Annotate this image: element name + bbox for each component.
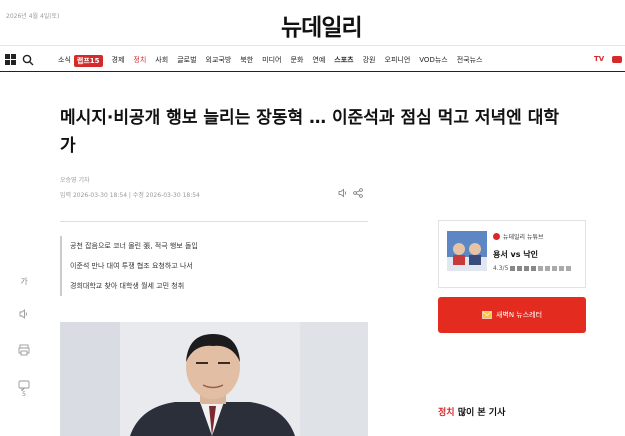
star-icon bbox=[538, 266, 544, 271]
newsletter-button[interactable]: 새벽N 뉴스레터 bbox=[438, 297, 586, 333]
nav-item-global[interactable]: 글로벌 bbox=[177, 55, 196, 67]
newtube-promo[interactable]: 뉴데일리 뉴튜브 용서 vs 낙인 4.3/5 bbox=[438, 220, 586, 288]
comment-count: 5 bbox=[22, 391, 26, 398]
popular-articles-title: 정치 많이 본 기사 bbox=[438, 405, 505, 418]
promo-brand-label: 뉴데일리 뉴튜브 bbox=[503, 234, 544, 241]
nav-item-diplomacy[interactable]: 외교국방 bbox=[206, 55, 232, 67]
nav-item-sports[interactable]: 스포츠 bbox=[334, 55, 353, 67]
article-summary: 공천 잡음으로 코너 몰린 張, 적극 행보 돌입 이준석 만나 대여 투쟁 협… bbox=[60, 236, 198, 296]
menu-grid-icon[interactable] bbox=[5, 54, 16, 65]
tv-link[interactable]: TV bbox=[594, 55, 604, 63]
promo-brand: 뉴데일리 뉴튜브 bbox=[493, 232, 544, 241]
print-icon[interactable] bbox=[14, 344, 34, 356]
person-photo-icon bbox=[60, 322, 368, 436]
star-icon bbox=[566, 266, 572, 271]
divider bbox=[60, 221, 368, 222]
nav-item-culture[interactable]: 문화 bbox=[291, 55, 304, 67]
play-icon bbox=[493, 233, 500, 240]
nav-badge[interactable]: 랩프15 bbox=[73, 55, 103, 67]
article-byline[interactable]: 오승영 기자 bbox=[60, 175, 90, 184]
summary-line: 경희대학교 찾아 대학생 월세 고민 청취 bbox=[70, 282, 185, 290]
star-icon bbox=[552, 266, 558, 271]
site-logo[interactable]: 뉴데일리 bbox=[281, 8, 363, 42]
font-size-button[interactable]: 가 bbox=[14, 276, 34, 287]
nav-item-politics[interactable]: 정치 bbox=[133, 55, 146, 67]
article-dates: 입력 2026-03-30 18:54 | 수정 2026-03-30 18:5… bbox=[60, 192, 200, 199]
star-icon bbox=[517, 266, 523, 271]
star-icon bbox=[545, 266, 551, 271]
star-icon bbox=[510, 266, 516, 271]
star-icon bbox=[559, 266, 565, 271]
newsletter-label: 새벽N 뉴스레터 bbox=[495, 311, 543, 319]
youtube-icon[interactable] bbox=[612, 56, 622, 63]
summary-line: 공천 잡음으로 코너 몰린 張, 적극 행보 돌입 bbox=[70, 242, 198, 250]
nav-item-society[interactable]: 사회 bbox=[155, 55, 168, 67]
top-bar: 2026년 4월 4일(토) 뉴데일리 bbox=[0, 0, 625, 46]
nav-item-national[interactable]: 전국뉴스 bbox=[457, 55, 483, 67]
star-icon bbox=[531, 266, 537, 271]
comment-icon[interactable] bbox=[14, 380, 34, 391]
promo-title[interactable]: 용서 vs 낙인 bbox=[493, 249, 538, 260]
popular-label: 많이 본 기사 bbox=[457, 408, 506, 418]
mail-icon bbox=[482, 311, 492, 319]
star-icon bbox=[524, 266, 530, 271]
search-icon[interactable] bbox=[22, 54, 34, 66]
promo-thumbnail[interactable] bbox=[447, 231, 487, 271]
share-icon[interactable] bbox=[353, 188, 363, 198]
promo-rating: 4.3/5 bbox=[493, 265, 572, 272]
speaker-icon[interactable] bbox=[14, 308, 34, 320]
current-date: 2026년 4월 4일(토) bbox=[6, 13, 60, 20]
speaker-icon[interactable] bbox=[338, 188, 348, 198]
nav-item-news[interactable]: 소식 bbox=[58, 55, 71, 67]
popular-category[interactable]: 정치 bbox=[438, 408, 455, 418]
summary-line: 이준석 만나 대여 투쟁 협조 요청하고 나서 bbox=[70, 262, 193, 270]
nav-item-media[interactable]: 미디어 bbox=[262, 55, 281, 67]
main-nav: 소식 랩프15 경제 정치 사회 글로벌 외교국방 북한 미디어 문화 연예 스… bbox=[0, 48, 625, 72]
nav-item-opinion[interactable]: 오피니언 bbox=[385, 55, 411, 67]
nav-item-gangwon[interactable]: 강원 bbox=[363, 55, 376, 67]
article-headline: 메시지·비공개 행보 늘리는 장동혁 … 이준석과 점심 먹고 저녁엔 대학가 bbox=[60, 108, 560, 156]
nav-item-entertainment[interactable]: 연예 bbox=[312, 55, 325, 67]
nav-item-economy[interactable]: 경제 bbox=[112, 55, 125, 67]
nav-item-north-korea[interactable]: 북한 bbox=[240, 55, 253, 67]
article-photo bbox=[60, 322, 368, 436]
nav-items: 소식 랩프15 경제 정치 사회 글로벌 외교국방 북한 미디어 문화 연예 스… bbox=[58, 55, 491, 67]
rating-value: 4.3/5 bbox=[493, 265, 509, 272]
nav-item-vod[interactable]: VOD뉴스 bbox=[419, 55, 447, 67]
